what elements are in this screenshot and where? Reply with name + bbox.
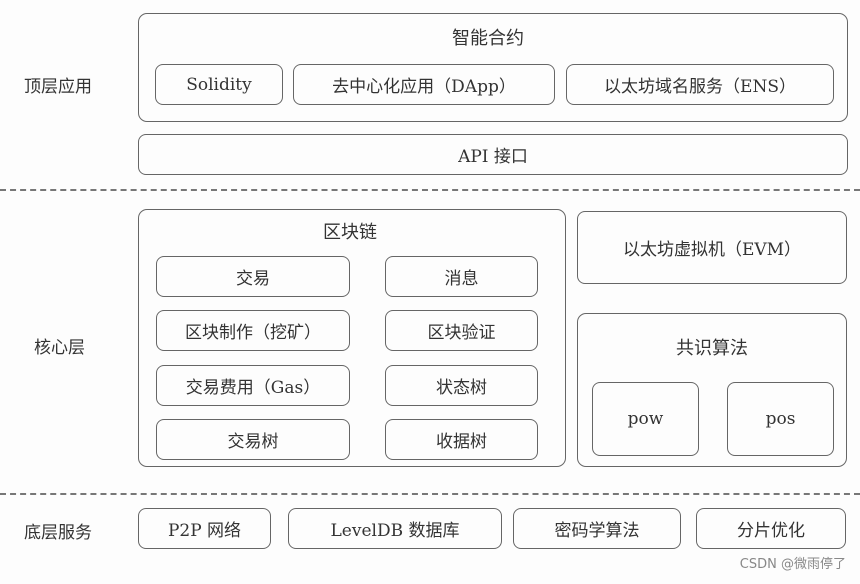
message-box: 消息 [385, 256, 538, 297]
mining-box: 区块制作（挖矿） [156, 310, 350, 351]
evm-box: 以太坊虚拟机（EVM） [577, 211, 847, 284]
solidity-box: Solidity [155, 64, 283, 105]
block-validation-box: 区块验证 [385, 310, 538, 351]
gas-box: 交易费用（Gas） [156, 365, 350, 406]
pow-box: pow [592, 382, 699, 456]
layer-label-top: 顶层应用 [24, 77, 92, 97]
receipt-tree-box: 收据树 [385, 419, 538, 460]
transaction-box: 交易 [156, 256, 350, 297]
layer-label-bottom: 底层服务 [24, 523, 92, 543]
cryptography-box: 密码学算法 [513, 508, 681, 549]
consensus-title: 共识算法 [676, 338, 748, 359]
blockchain-title: 区块链 [323, 222, 377, 243]
smart-contract-title: 智能合约 [452, 28, 524, 49]
leveldb-box: LevelDB 数据库 [288, 508, 502, 549]
sharding-box: 分片优化 [696, 508, 846, 549]
pos-box: pos [727, 382, 834, 456]
watermark: CSDN @微雨停了 [739, 557, 846, 572]
divider-top-core [0, 189, 860, 191]
p2p-network-box: P2P 网络 [138, 508, 271, 549]
transaction-tree-box: 交易树 [156, 419, 350, 460]
dapp-box: 去中心化应用（DApp） [293, 64, 555, 105]
ens-box: 以太坊域名服务（ENS） [566, 64, 834, 105]
api-interface-box: API 接口 [138, 134, 848, 175]
layer-label-core: 核心层 [34, 338, 85, 358]
state-tree-box: 状态树 [385, 365, 538, 406]
divider-core-bottom [0, 493, 860, 495]
